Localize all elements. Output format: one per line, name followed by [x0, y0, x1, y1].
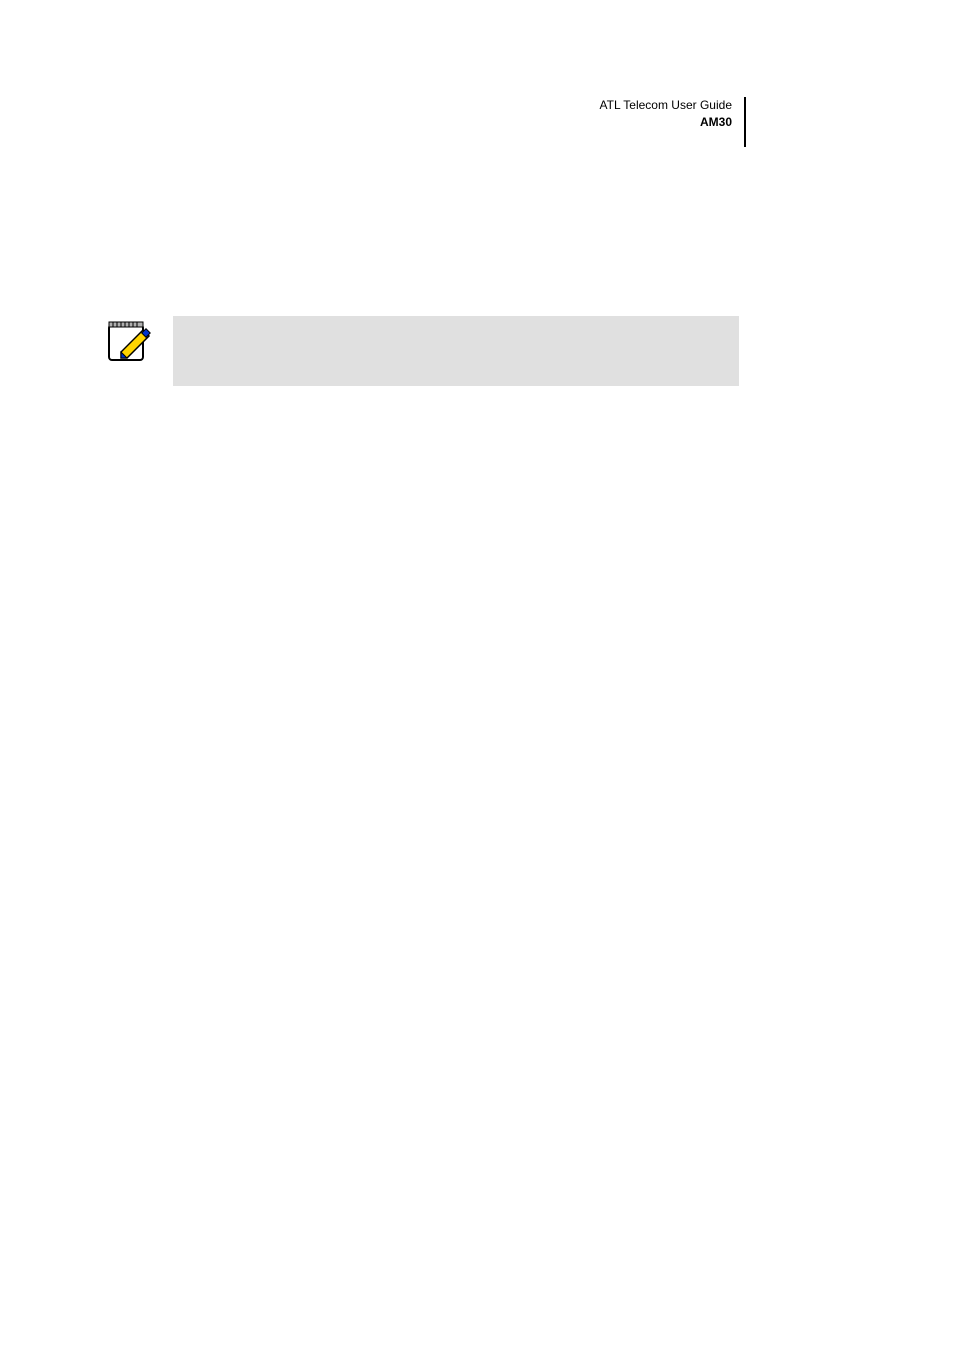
- page-container: ATL Telecom User Guide AM30: [0, 0, 954, 1350]
- header-right-block: ATL Telecom User Guide AM30: [600, 97, 747, 147]
- note-icon: [105, 318, 151, 364]
- header-guide-title: ATL Telecom User Guide: [600, 97, 733, 114]
- note-highlight-box: [173, 316, 739, 386]
- header-model: AM30: [600, 114, 733, 131]
- notepad-pencil-icon: [105, 318, 151, 364]
